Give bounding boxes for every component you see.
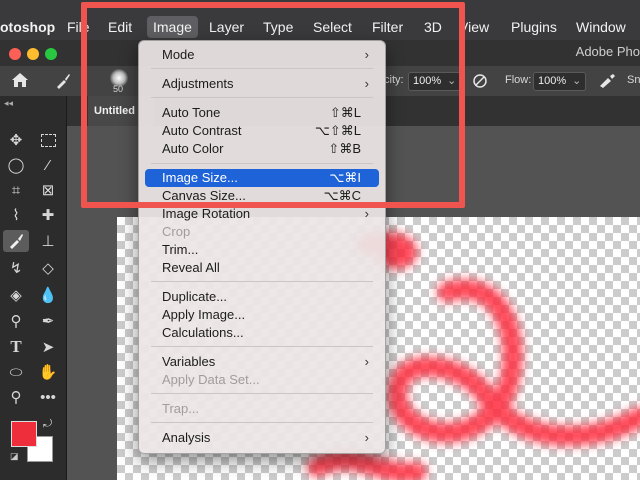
- menu-item-auto-tone[interactable]: Auto Tone ⇧⌘L: [145, 104, 379, 122]
- menu-item-crop: Crop: [162, 224, 191, 239]
- foreground-color-swatch[interactable]: [11, 421, 37, 447]
- window-title: Adobe Pho: [575, 44, 640, 59]
- menu-item-trim[interactable]: Trim...: [145, 241, 379, 259]
- more-tools-icon[interactable]: •••: [35, 386, 61, 408]
- menu-layer[interactable]: Layer: [209, 16, 244, 38]
- menu-separator: [151, 346, 373, 347]
- zoom-tool-icon[interactable]: ⚲: [3, 386, 29, 408]
- menu-item-auto-contrast[interactable]: Auto Contrast ⌥⇧⌘L: [145, 122, 379, 140]
- paint-bucket-tool-icon[interactable]: ◈: [3, 284, 29, 306]
- menu-view[interactable]: View: [459, 16, 489, 38]
- menu-separator: [151, 68, 373, 69]
- magic-wand-tool-icon[interactable]: ⁄: [35, 154, 61, 176]
- app-menu[interactable]: otoshop: [0, 16, 55, 38]
- menu-item-image-size[interactable]: Image Size... ⌥⌘I: [145, 169, 379, 187]
- airbrush-icon[interactable]: [598, 73, 616, 92]
- history-brush-tool-icon[interactable]: ↯: [3, 257, 29, 279]
- marquee-tool-icon[interactable]: [35, 129, 61, 151]
- blur-tool-icon[interactable]: 💧: [35, 284, 61, 306]
- chevron-down-icon: ⌄: [572, 75, 582, 87]
- smoothing-label: Sn: [627, 74, 640, 86]
- menu-type[interactable]: Type: [263, 16, 293, 38]
- menu-separator: [151, 281, 373, 282]
- crop-tool-icon[interactable]: ⌗: [3, 179, 29, 201]
- brush-size-value: 50: [113, 84, 124, 94]
- menu-separator: [151, 163, 373, 164]
- menu-plugins[interactable]: Plugins: [511, 16, 557, 38]
- close-window-button[interactable]: [9, 48, 21, 60]
- panel-collapse-icon[interactable]: ◂◂: [4, 98, 13, 109]
- menu-3d[interactable]: 3D: [424, 16, 442, 38]
- minimize-window-button[interactable]: [27, 48, 39, 60]
- menu-item-duplicate[interactable]: Duplicate...: [145, 288, 379, 306]
- chevron-right-icon: ›: [364, 76, 369, 91]
- swap-colors-icon[interactable]: ⤾: [43, 418, 52, 431]
- menu-item-auto-color[interactable]: Auto Color ⇧⌘B: [145, 140, 379, 158]
- menu-item-trap: Trap...: [162, 401, 200, 416]
- menu-file[interactable]: File: [67, 16, 90, 38]
- zoom-window-button[interactable]: [45, 48, 57, 60]
- move-tool-icon[interactable]: ✥: [3, 129, 29, 151]
- menu-item-analysis[interactable]: Analysis ›: [145, 429, 379, 447]
- menu-item-variables[interactable]: Variables ›: [145, 353, 379, 371]
- menu-item-mode[interactable]: Mode ›: [145, 46, 379, 64]
- brush-tool-preset-icon[interactable]: [54, 72, 72, 93]
- opacity-field[interactable]: 100% ⌄: [408, 72, 462, 91]
- menu-separator: [151, 422, 373, 423]
- chevron-right-icon: ›: [364, 206, 369, 221]
- clone-stamp-tool-icon[interactable]: ⊥: [35, 230, 61, 252]
- menu-item-adjustments[interactable]: Adjustments ›: [145, 75, 379, 93]
- hand-tool-icon[interactable]: ✋: [35, 361, 61, 383]
- type-tool-icon[interactable]: T: [3, 336, 29, 358]
- menu-separator: [151, 97, 373, 98]
- menu-item-reveal-all[interactable]: Reveal All: [145, 259, 379, 277]
- flow-label: Flow:: [505, 74, 532, 86]
- image-menu-dropdown: Mode › Adjustments › Auto Tone ⇧⌘L Auto Con…: [138, 40, 386, 454]
- menu-item-canvas-size[interactable]: Canvas Size... ⌥⌘C: [145, 187, 379, 205]
- chevron-right-icon: ›: [364, 430, 369, 445]
- chevron-down-icon: ⌄: [447, 75, 457, 87]
- menu-filter[interactable]: Filter: [372, 16, 403, 38]
- healing-brush-tool-icon[interactable]: ✚: [35, 204, 61, 226]
- menu-item-apply-data-set: Apply Data Set...: [162, 372, 260, 387]
- chevron-right-icon: ›: [364, 47, 369, 62]
- pen-tool-icon[interactable]: ✒: [35, 310, 61, 332]
- menu-edit[interactable]: Edit: [108, 16, 132, 38]
- lasso-tool-icon[interactable]: ◯: [3, 154, 29, 176]
- menu-item-apply-image[interactable]: Apply Image...: [145, 306, 379, 324]
- menu-item-image-rotation[interactable]: Image Rotation ›: [145, 205, 379, 223]
- frame-tool-icon[interactable]: ⊠: [35, 179, 61, 201]
- flow-field[interactable]: 100% ⌄: [533, 72, 587, 91]
- menu-item-calculations[interactable]: Calculations...: [145, 324, 379, 342]
- path-selection-tool-icon[interactable]: ➤: [35, 336, 61, 358]
- opacity-label: city:: [384, 74, 404, 86]
- menu-separator: [151, 393, 373, 394]
- ellipse-tool-icon[interactable]: ⬭: [3, 361, 29, 383]
- menu-select[interactable]: Select: [313, 16, 352, 38]
- chevron-right-icon: ›: [364, 354, 369, 369]
- menu-window[interactable]: Window: [576, 16, 626, 38]
- brush-tool-icon[interactable]: [3, 230, 29, 252]
- eyedropper-tool-icon[interactable]: ⌇: [3, 204, 29, 226]
- dodge-tool-icon[interactable]: ⚲: [3, 310, 29, 332]
- menu-image[interactable]: Image: [147, 16, 198, 38]
- home-icon[interactable]: [10, 71, 30, 92]
- pressure-opacity-icon[interactable]: [472, 73, 488, 92]
- default-colors-icon[interactable]: ◪: [10, 451, 19, 462]
- eraser-tool-icon[interactable]: ◇: [35, 257, 61, 279]
